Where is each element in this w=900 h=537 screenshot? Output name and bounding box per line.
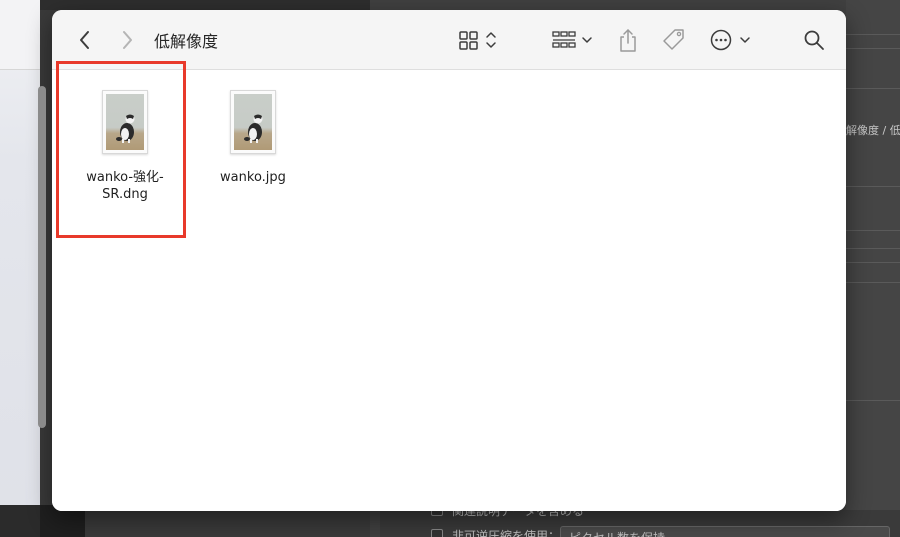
dog-photo-thumbnail xyxy=(234,94,272,150)
chevron-left-icon xyxy=(80,31,89,49)
more-actions-button[interactable] xyxy=(708,25,754,55)
background-app-column xyxy=(846,0,900,537)
background-divider xyxy=(846,186,900,187)
background-divider xyxy=(846,248,900,249)
background-top-strip xyxy=(40,0,370,10)
search-button[interactable] xyxy=(802,25,826,55)
share-button[interactable] xyxy=(616,25,640,55)
background-divider xyxy=(846,48,900,49)
left-scrollbar[interactable] xyxy=(38,86,46,428)
forward-button[interactable] xyxy=(116,25,138,55)
tag-button[interactable] xyxy=(660,25,688,55)
background-left-toolbar xyxy=(0,0,40,70)
search-icon xyxy=(804,30,824,50)
back-button[interactable] xyxy=(74,25,96,55)
background-select[interactable]: ピクセル数を保持 xyxy=(560,526,890,537)
background-option-label: 非可逆圧縮を使用： xyxy=(452,529,561,537)
chevron-right-icon xyxy=(123,31,132,49)
file-item-jpg[interactable]: wanko.jpg xyxy=(198,90,308,186)
ellipsis-circle-icon xyxy=(710,29,750,51)
tag-icon xyxy=(663,29,684,50)
background-divider xyxy=(846,34,900,35)
window-title: 低解像度 xyxy=(154,32,219,51)
group-button[interactable] xyxy=(550,25,598,55)
view-mode-button[interactable] xyxy=(456,25,502,55)
group-icon xyxy=(552,31,592,48)
background-divider xyxy=(846,282,900,283)
background-checkbox[interactable] xyxy=(431,529,443,537)
highlight-box xyxy=(56,61,186,238)
grid-view-icon xyxy=(459,31,496,50)
background-divider xyxy=(846,230,900,231)
background-divider xyxy=(846,262,900,263)
background-left-window xyxy=(0,0,40,537)
background-divider xyxy=(846,88,900,89)
file-name: wanko.jpg xyxy=(220,170,286,185)
background-dock-area xyxy=(0,505,40,537)
file-thumbnail xyxy=(230,90,276,154)
background-divider xyxy=(846,400,900,401)
share-icon xyxy=(620,29,636,52)
background-path-label: 解像度 / 低解 xyxy=(846,124,900,137)
